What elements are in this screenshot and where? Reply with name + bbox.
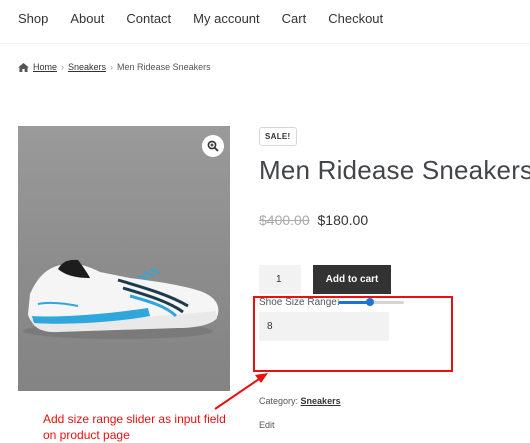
product-image[interactable] xyxy=(18,126,230,391)
main-nav: Shop About Contact My account Cart Check… xyxy=(18,11,405,26)
nav-divider xyxy=(0,43,530,44)
product-title: Men Ridease Sneakers xyxy=(259,155,530,185)
breadcrumb-current: Men Ridease Sneakers xyxy=(117,62,211,72)
annotation-note: Add size range slider as input field on … xyxy=(43,411,243,443)
sale-badge: SALE! xyxy=(259,127,297,146)
old-price: $400.00 xyxy=(259,212,310,228)
home-icon xyxy=(18,62,29,72)
add-to-cart-button[interactable]: Add to cart xyxy=(313,265,391,294)
breadcrumb-separator: › xyxy=(61,62,65,72)
category-link[interactable]: Sneakers xyxy=(301,396,341,406)
sneaker-image xyxy=(23,259,219,339)
nav-item-cart[interactable]: Cart xyxy=(282,11,307,26)
edit-link[interactable]: Edit xyxy=(259,420,275,430)
breadcrumb: Home › Sneakers › Men Ridease Sneakers xyxy=(18,62,211,72)
annotation-line-2: on product page xyxy=(43,428,130,442)
annotation-line-1: Add size range slider as input field xyxy=(43,412,226,426)
breadcrumb-home[interactable]: Home xyxy=(33,62,57,72)
nav-item-shop[interactable]: Shop xyxy=(18,11,48,26)
nav-item-contact[interactable]: Contact xyxy=(126,11,171,26)
quantity-input[interactable]: 1 xyxy=(259,265,301,294)
sale-price: $180.00 xyxy=(317,212,369,228)
nav-item-my-account[interactable]: My account xyxy=(193,11,259,26)
breadcrumb-separator: › xyxy=(110,62,114,72)
nav-item-about[interactable]: About xyxy=(70,11,104,26)
product-price: $400.00 $180.00 xyxy=(259,212,368,228)
nav-item-checkout[interactable]: Checkout xyxy=(328,11,383,26)
breadcrumb-category[interactable]: Sneakers xyxy=(68,62,106,72)
zoom-button[interactable] xyxy=(202,135,224,157)
zoom-in-icon xyxy=(207,140,219,152)
product-category: Category: Sneakers xyxy=(259,396,341,406)
category-label: Category: xyxy=(259,396,299,406)
annotation-highlight-box xyxy=(253,296,453,372)
